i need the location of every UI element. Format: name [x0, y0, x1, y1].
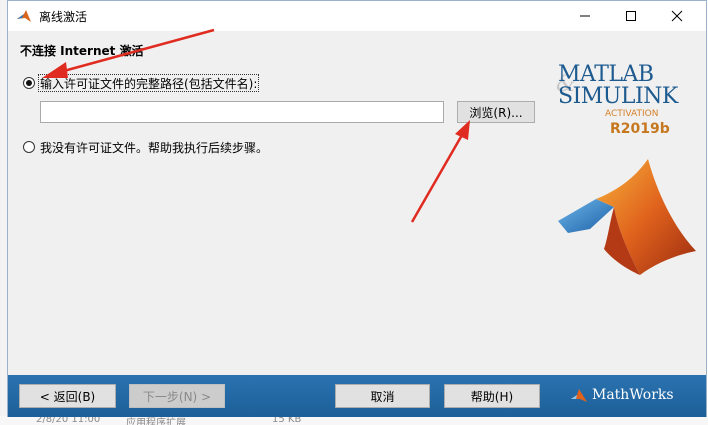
mathworks-logo: MathWorks — [570, 386, 700, 406]
matlab-app-icon — [17, 10, 31, 22]
cancel-button[interactable]: 取消 — [335, 384, 430, 408]
license-path-label[interactable]: 输入许可证文件的完整路径(包括文件名): — [40, 75, 257, 92]
license-path-input[interactable] — [40, 101, 444, 123]
matlab-membrane-icon — [558, 159, 696, 275]
maximize-button[interactable] — [608, 1, 654, 31]
minimize-button[interactable] — [562, 1, 608, 31]
no-license-label[interactable]: 我没有许可证文件。帮助我执行后续步骤。 — [40, 139, 268, 156]
window-title: 离线激活 — [39, 10, 88, 24]
minimize-icon — [580, 15, 590, 17]
close-icon — [671, 10, 683, 22]
logo-release-text: R2019b — [610, 121, 670, 137]
no-license-radio[interactable] — [23, 141, 35, 153]
section-header: 不连接 Internet 激活 — [20, 44, 144, 58]
maximize-icon — [626, 11, 636, 21]
title-bar[interactable]: 离线激活 — [8, 1, 706, 31]
back-button[interactable]: < 返回(B) — [19, 384, 116, 408]
license-path-radio[interactable] — [23, 77, 35, 89]
browse-button[interactable]: 浏览(R)... — [457, 101, 535, 123]
logo-simulink-text: SIMULINK — [558, 84, 678, 109]
background-file-date: 2/8/20 11:00 — [36, 416, 101, 425]
logo-activation-text: ACTIVATION — [605, 109, 659, 119]
background-file-type: 应用程序扩展 — [126, 418, 186, 425]
help-button[interactable]: 帮助(H) — [444, 384, 540, 408]
close-button[interactable] — [654, 1, 700, 31]
activation-dialog: 离线激活 不连接 Internet 激活 输入许可证文件的完整路径(包括文件名)… — [7, 0, 707, 417]
next-button[interactable]: 下一步(N) > — [129, 384, 225, 408]
footer-bar: < 返回(B) 下一步(N) > 取消 帮助(H) MathWorks — [8, 375, 706, 417]
mathworks-membrane-icon — [571, 389, 587, 402]
background-file-row: 2/8/20 11:00 应用程序扩展 15 KB — [0, 416, 708, 425]
background-file-size: 15 KB — [272, 416, 302, 425]
mathworks-text: MathWorks — [592, 387, 674, 403]
